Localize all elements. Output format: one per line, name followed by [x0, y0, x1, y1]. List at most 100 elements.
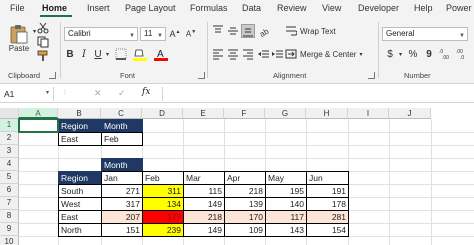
tab-developer[interactable]: Developer — [358, 3, 399, 13]
tab-power[interactable]: Power — [446, 3, 472, 13]
column-header-f[interactable]: F — [224, 108, 265, 119]
orientation-button[interactable]: ab — [258, 24, 276, 38]
formula-input[interactable] — [162, 87, 472, 101]
table-header-cell[interactable]: Region — [58, 171, 102, 185]
tab-review[interactable]: Review — [277, 3, 307, 13]
column-header-j[interactable]: J — [389, 108, 431, 119]
fill-color-button[interactable] — [131, 47, 149, 61]
borders-button[interactable] — [113, 47, 129, 61]
column-header-e[interactable]: E — [183, 108, 224, 119]
bottom-align-button[interactable] — [241, 24, 255, 38]
table-header-cell[interactable]: Jan — [101, 171, 143, 185]
row-header-3[interactable]: 3 — [0, 145, 19, 158]
table-value-cell[interactable]: 140 — [265, 197, 307, 211]
underline-dropdown-icon[interactable]: ▾ — [104, 47, 111, 61]
select-all-corner[interactable] — [0, 108, 19, 119]
table-value-cell[interactable]: 149 — [183, 223, 225, 237]
row-header-8[interactable]: 8 — [0, 210, 19, 223]
copy-button[interactable] — [36, 36, 50, 48]
align-left-button[interactable] — [211, 47, 225, 61]
lookup-input-cell[interactable]: Feb — [101, 132, 143, 146]
table-value-cell[interactable]: 239 — [142, 223, 184, 237]
table-header-cell[interactable]: Feb — [142, 171, 184, 185]
table-value-cell[interactable]: 109 — [224, 223, 266, 237]
decrease-decimal-button[interactable]: .00.0 — [455, 47, 471, 61]
row-header-10[interactable]: 10 — [0, 236, 19, 245]
middle-align-button[interactable] — [226, 24, 240, 38]
enter-icon[interactable]: ✓ — [118, 88, 126, 99]
column-header-h[interactable]: H — [306, 108, 348, 119]
table-value-cell[interactable]: 151 — [101, 223, 143, 237]
table-value-cell[interactable]: 178 — [306, 197, 349, 211]
currency-dropdown-icon[interactable]: ▾ — [397, 47, 404, 61]
clipboard-launcher-icon[interactable] — [49, 72, 56, 79]
table-value-cell[interactable]: 139 — [224, 197, 266, 211]
increase-indent-button[interactable] — [272, 47, 284, 61]
tab-formulas[interactable]: Formulas — [190, 3, 228, 13]
table-value-cell[interactable]: 115 — [183, 184, 225, 198]
row-header-9[interactable]: 9 — [0, 223, 19, 236]
italic-button[interactable]: I — [78, 47, 90, 61]
lookup-header-cell[interactable]: Region — [58, 119, 102, 133]
number-format-select[interactable]: General ▼ — [382, 27, 468, 41]
row-header-7[interactable]: 7 — [0, 197, 19, 210]
tab-help[interactable]: Help — [414, 3, 433, 13]
table-value-cell[interactable]: 207 — [101, 210, 143, 224]
top-align-button[interactable] — [211, 24, 225, 38]
worksheet-grid[interactable]: ABCDEFGHIJ 1 2 3 4 5 6 7 8 9 10 Region Month East Fe… — [0, 108, 474, 245]
table-value-cell[interactable]: 143 — [265, 223, 307, 237]
comma-style-button[interactable]: 9 — [422, 47, 436, 61]
table-header-cell[interactable]: May — [265, 171, 307, 185]
region-cell[interactable]: North — [58, 223, 102, 237]
paste-button[interactable]: Paste — [6, 22, 32, 54]
region-cell[interactable]: East — [58, 210, 102, 224]
lookup-input-cell[interactable]: East — [58, 132, 102, 146]
table-value-cell[interactable]: 149 — [183, 197, 225, 211]
decrease-indent-button[interactable] — [258, 47, 270, 61]
table-header-cell[interactable]: Apr — [224, 171, 266, 185]
increase-font-size-button[interactable]: A▲ — [168, 27, 182, 41]
font-name-select[interactable]: Calibri ▼ — [64, 27, 138, 41]
font-launcher-icon[interactable] — [198, 72, 205, 79]
table-header-cell[interactable]: Jun — [306, 171, 349, 185]
table-value-cell[interactable]: 218 — [224, 184, 266, 198]
cut-button[interactable] — [36, 22, 50, 34]
wrap-text-button[interactable]: Wrap Text — [285, 24, 345, 38]
table-value-cell[interactable]: 218 — [183, 210, 225, 224]
column-header-g[interactable]: G — [265, 108, 306, 119]
table-value-cell[interactable]: 271 — [101, 184, 143, 198]
underline-button[interactable]: U — [92, 47, 104, 61]
row-header-2[interactable]: 2 — [0, 132, 19, 145]
font-color-button[interactable]: A — [152, 47, 170, 61]
month-label-cell[interactable]: Month — [101, 158, 143, 172]
row-header-5[interactable]: 5 — [0, 171, 19, 184]
table-value-cell[interactable]: 191 — [306, 184, 349, 198]
currency-button[interactable]: $ — [382, 47, 398, 61]
table-value-cell[interactable]: 281 — [306, 210, 349, 224]
table-header-cell[interactable]: Mar — [183, 171, 225, 185]
table-value-cell[interactable]: 117 — [265, 210, 307, 224]
table-value-cell[interactable]: 134 — [142, 197, 184, 211]
align-right-button[interactable] — [241, 47, 255, 61]
column-header-b[interactable]: B — [58, 108, 101, 119]
row-header-1[interactable]: 1 — [0, 119, 19, 132]
table-value-cell[interactable]: 177 — [142, 210, 184, 224]
tab-view[interactable]: View — [322, 3, 341, 13]
tab-home[interactable]: Home — [42, 3, 67, 13]
font-size-select[interactable]: 11 ▼ — [140, 27, 166, 41]
tab-file[interactable]: File — [10, 3, 25, 13]
increase-decimal-button[interactable]: .0.00 — [438, 47, 454, 61]
region-cell[interactable]: South — [58, 184, 102, 198]
row-header-4[interactable]: 4 — [0, 158, 19, 171]
row-header-6[interactable]: 6 — [0, 184, 19, 197]
region-cell[interactable]: West — [58, 197, 102, 211]
lookup-header-cell[interactable]: Month — [101, 119, 143, 133]
table-value-cell[interactable]: 170 — [224, 210, 266, 224]
cancel-icon[interactable]: ✕ — [94, 88, 102, 99]
column-header-i[interactable]: I — [348, 108, 389, 119]
table-value-cell[interactable]: 317 — [101, 197, 143, 211]
column-header-d[interactable]: D — [142, 108, 183, 119]
column-header-c[interactable]: C — [101, 108, 142, 119]
bold-button[interactable]: B — [64, 47, 76, 61]
format-painter-button[interactable] — [36, 50, 50, 62]
